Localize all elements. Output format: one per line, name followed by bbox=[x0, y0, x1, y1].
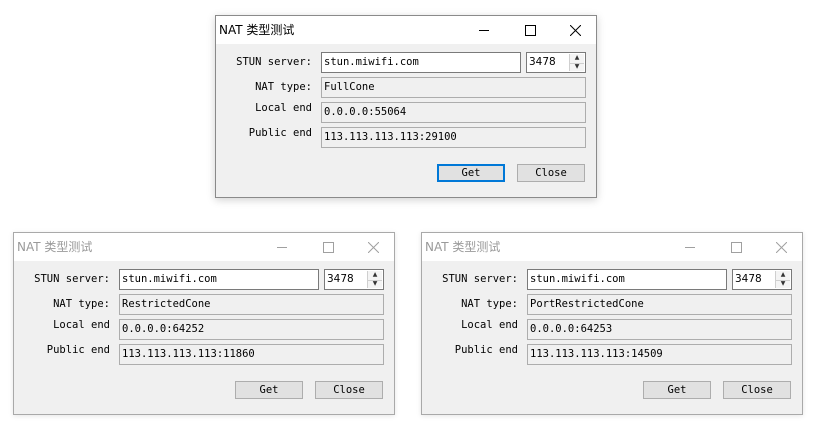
get-button[interactable]: Get bbox=[235, 381, 303, 399]
title-bar[interactable]: NAT 类型测试 bbox=[216, 16, 596, 44]
port-value: 3478 bbox=[327, 273, 354, 285]
port-value: 3478 bbox=[529, 56, 556, 68]
local-end-field: 0.0.0.0:64252 bbox=[119, 319, 384, 340]
nat-type-label: NAT type: bbox=[255, 81, 312, 93]
stun-server-input[interactable]: stun.miwifi.com bbox=[119, 269, 319, 290]
minimize-icon bbox=[478, 29, 489, 31]
local-end-label: Local end bbox=[461, 319, 518, 331]
port-spinner[interactable]: 3478 ▲ ▼ bbox=[526, 52, 586, 73]
port-spinner[interactable]: 3478 ▲ ▼ bbox=[324, 269, 384, 290]
title-bar[interactable]: NAT 类型测试 bbox=[422, 233, 802, 261]
window-title: NAT 类型测试 bbox=[425, 240, 501, 254]
close-window-button[interactable] bbox=[758, 233, 804, 261]
public-end-label: Public end bbox=[454, 344, 518, 356]
public-end-label: Public end bbox=[46, 344, 110, 356]
minimize-icon bbox=[684, 246, 695, 248]
spin-buttons: ▲ ▼ bbox=[569, 54, 584, 71]
nat-type-label: NAT type: bbox=[461, 298, 518, 310]
window-title: NAT 类型测试 bbox=[17, 240, 93, 254]
get-button[interactable]: Get bbox=[643, 381, 711, 399]
stun-server-input[interactable]: stun.miwifi.com bbox=[321, 52, 521, 73]
spin-down-icon[interactable]: ▼ bbox=[776, 280, 790, 289]
nat-type-field: RestrictedCone bbox=[119, 294, 384, 315]
maximize-icon bbox=[730, 241, 742, 253]
nat-test-window-2: NAT 类型测试 STUN server: stun.miwifi.com 34… bbox=[13, 232, 395, 415]
nat-type-label: NAT type: bbox=[53, 298, 110, 310]
stun-server-label: STUN server: bbox=[34, 273, 110, 285]
spin-buttons: ▲ ▼ bbox=[367, 271, 382, 288]
close-icon bbox=[367, 241, 379, 253]
close-window-button[interactable] bbox=[350, 233, 396, 261]
title-bar[interactable]: NAT 类型测试 bbox=[14, 233, 394, 261]
spin-buttons: ▲ ▼ bbox=[775, 271, 790, 288]
local-end-label: Local end bbox=[255, 102, 312, 114]
minimize-button[interactable] bbox=[259, 233, 305, 261]
local-end-field: 0.0.0.0:64253 bbox=[527, 319, 792, 340]
close-window-button[interactable] bbox=[552, 16, 598, 44]
spin-down-icon[interactable]: ▼ bbox=[368, 280, 382, 289]
minimize-button[interactable] bbox=[461, 16, 507, 44]
stun-server-label: STUN server: bbox=[236, 56, 312, 68]
maximize-button[interactable] bbox=[713, 233, 759, 261]
local-end-field: 0.0.0.0:55064 bbox=[321, 102, 586, 123]
close-button[interactable]: Close bbox=[315, 381, 383, 399]
maximize-button[interactable] bbox=[507, 16, 553, 44]
public-end-label: Public end bbox=[248, 127, 312, 139]
nat-test-window-1: NAT 类型测试 STUN server: stun.miwifi.com 34… bbox=[215, 15, 597, 198]
close-button[interactable]: Close bbox=[723, 381, 791, 399]
nat-test-window-3: NAT 类型测试 STUN server: stun.miwifi.com 34… bbox=[421, 232, 803, 415]
maximize-icon bbox=[524, 24, 536, 36]
minimize-icon bbox=[276, 246, 287, 248]
port-spinner[interactable]: 3478 ▲ ▼ bbox=[732, 269, 792, 290]
port-value: 3478 bbox=[735, 273, 762, 285]
maximize-icon bbox=[322, 241, 334, 253]
close-icon bbox=[569, 24, 581, 36]
minimize-button[interactable] bbox=[667, 233, 713, 261]
close-icon bbox=[775, 241, 787, 253]
maximize-button[interactable] bbox=[305, 233, 351, 261]
public-end-field: 113.113.113.113:11860 bbox=[119, 344, 384, 365]
local-end-label: Local end bbox=[53, 319, 110, 331]
get-button[interactable]: Get bbox=[437, 164, 505, 182]
close-button[interactable]: Close bbox=[517, 164, 585, 182]
stun-server-input[interactable]: stun.miwifi.com bbox=[527, 269, 727, 290]
spin-down-icon[interactable]: ▼ bbox=[570, 63, 584, 72]
nat-type-field: FullCone bbox=[321, 77, 586, 98]
public-end-field: 113.113.113.113:14509 bbox=[527, 344, 792, 365]
public-end-field: 113.113.113.113:29100 bbox=[321, 127, 586, 148]
nat-type-field: PortRestrictedCone bbox=[527, 294, 792, 315]
window-title: NAT 类型测试 bbox=[219, 23, 295, 37]
stun-server-label: STUN server: bbox=[442, 273, 518, 285]
